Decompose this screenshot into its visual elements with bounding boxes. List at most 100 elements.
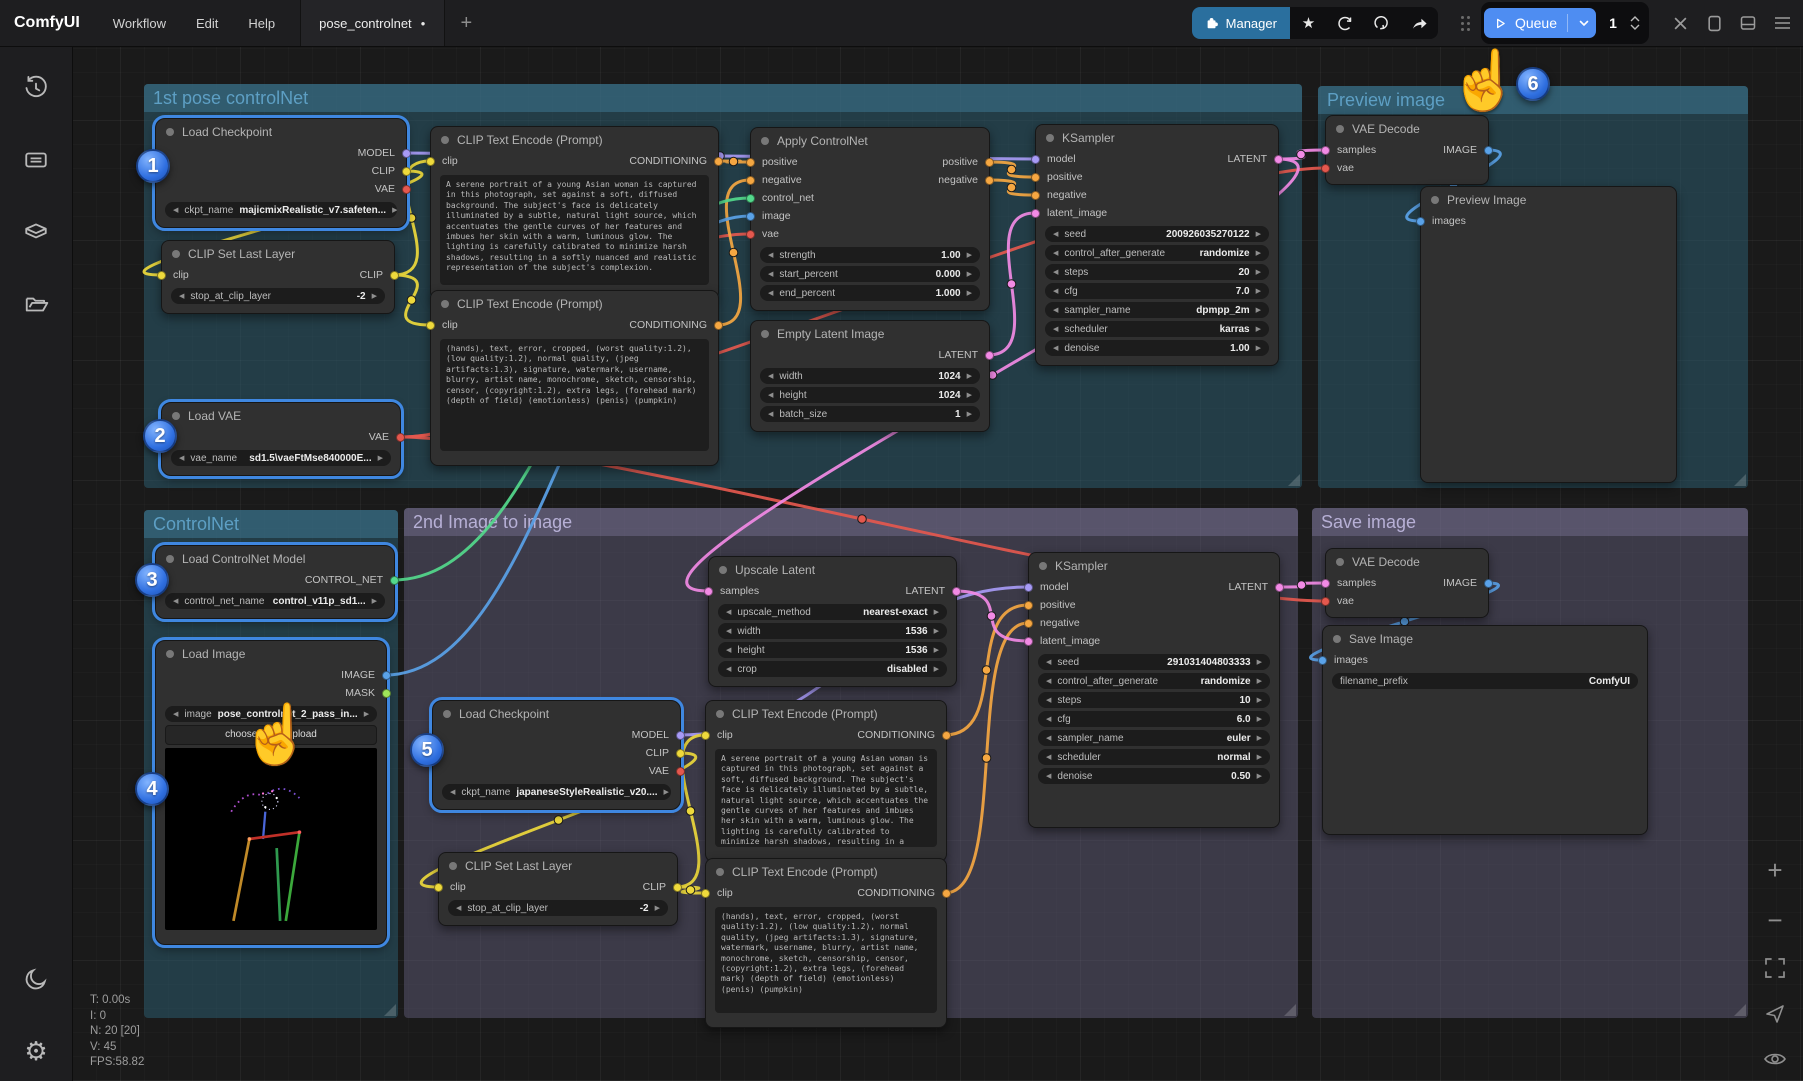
node-header[interactable]: VAE Decode	[1326, 116, 1488, 142]
menu-help[interactable]: Help	[233, 16, 290, 31]
collapse-dot-icon[interactable]	[172, 250, 180, 258]
increment-arrow-icon[interactable]: ▶	[655, 904, 660, 912]
input-port-model[interactable]	[1031, 155, 1040, 164]
node-preview-image-prev[interactable]: Preview Imageimages	[1420, 186, 1677, 483]
input-port-vae[interactable]	[1321, 597, 1330, 606]
output-port-vae[interactable]	[396, 433, 405, 442]
decrement-arrow-icon[interactable]: ◀	[456, 904, 461, 912]
node-header[interactable]: Apply ControlNet	[751, 128, 989, 154]
theme-moon-icon[interactable]	[16, 959, 56, 999]
output-port-conditioning[interactable]	[942, 731, 951, 740]
widget-cfg[interactable]: ◀cfg7.0▶	[1045, 283, 1269, 299]
collapse-dot-icon[interactable]	[716, 710, 724, 718]
collapse-dot-icon[interactable]	[761, 330, 769, 338]
increment-arrow-icon[interactable]: ▶	[1256, 325, 1261, 333]
widget-end-percent[interactable]: ◀end_percent1.000▶	[760, 285, 980, 301]
close-icon[interactable]	[1663, 0, 1697, 46]
widget-width[interactable]: ◀width1536▶	[718, 623, 947, 639]
widget-width[interactable]: ◀width1024▶	[760, 368, 980, 384]
output-port-image[interactable]	[382, 671, 391, 680]
increment-arrow-icon[interactable]: ▶	[934, 665, 939, 673]
workflows-folder-icon[interactable]	[16, 284, 56, 324]
node-clip-text-encode-prompt-pos1[interactable]: CLIP Text Encode (Prompt)clipCONDITIONIN…	[430, 126, 719, 300]
queue-count[interactable]: 1	[1596, 15, 1630, 31]
widget-steps[interactable]: ◀steps20▶	[1045, 264, 1269, 280]
output-port-conditioning[interactable]	[942, 889, 951, 898]
node-header[interactable]: KSampler	[1036, 125, 1278, 151]
tab-pose-controlnet[interactable]: pose_controlnet ●	[300, 0, 444, 46]
output-port-latent[interactable]	[985, 351, 994, 360]
increment-arrow-icon[interactable]: ▶	[1256, 344, 1261, 352]
collapse-dot-icon[interactable]	[1333, 635, 1341, 643]
history-icon[interactable]	[16, 68, 56, 108]
node-vae-decode-vdec2[interactable]: VAE DecodesamplesIMAGEvae	[1325, 548, 1489, 618]
input-port-positive[interactable]	[1031, 173, 1040, 182]
widget-ckpt-name[interactable]: ◀ckpt_namejapaneseStyleRealistic_v20....…	[442, 784, 671, 800]
prompt-textarea[interactable]: (hands), text, error, cropped, (worst qu…	[715, 907, 937, 1013]
output-port-latent[interactable]	[952, 587, 961, 596]
collapse-dot-icon[interactable]	[716, 868, 724, 876]
node-header[interactable]: CLIP Text Encode (Prompt)	[431, 127, 718, 153]
input-port-image[interactable]	[746, 212, 755, 221]
decrement-arrow-icon[interactable]: ◀	[726, 608, 731, 616]
increment-arrow-icon[interactable]: ▶	[378, 454, 383, 462]
increment-arrow-icon[interactable]: ▶	[1257, 753, 1262, 761]
node-clip-text-encode-prompt-neg1[interactable]: CLIP Text Encode (Prompt)clipCONDITIONIN…	[430, 290, 719, 466]
widget-scheduler[interactable]: ◀schedulerkarras▶	[1045, 321, 1269, 337]
collapse-dot-icon[interactable]	[166, 128, 174, 136]
menu-icon[interactable]	[1765, 0, 1799, 46]
node-ksampler-ks1[interactable]: KSamplermodelLATENTpositivenegativelaten…	[1035, 124, 1279, 366]
decrement-arrow-icon[interactable]: ◀	[179, 454, 184, 462]
collapse-dot-icon[interactable]	[1039, 562, 1047, 570]
increment-arrow-icon[interactable]: ▶	[372, 597, 377, 605]
decrement-arrow-icon[interactable]: ◀	[1046, 734, 1051, 742]
increment-arrow-icon[interactable]: ▶	[967, 391, 972, 399]
decrement-arrow-icon[interactable]: ◀	[1053, 287, 1058, 295]
decrement-arrow-icon[interactable]: ◀	[768, 391, 773, 399]
increment-arrow-icon[interactable]: ▶	[1257, 696, 1262, 704]
widget-seed[interactable]: ◀seed291031404803333▶	[1038, 654, 1270, 670]
collapse-dot-icon[interactable]	[719, 566, 727, 574]
decrement-arrow-icon[interactable]: ◀	[726, 627, 731, 635]
widget-scheduler[interactable]: ◀schedulernormal▶	[1038, 749, 1270, 765]
node-header[interactable]: Save Image	[1323, 626, 1647, 652]
increment-arrow-icon[interactable]: ▶	[967, 270, 972, 278]
widget-sampler-name[interactable]: ◀sampler_namedpmpp_2m▶	[1045, 302, 1269, 318]
node-ksampler-ks2[interactable]: KSamplermodelLATENTpositivenegativelaten…	[1028, 552, 1280, 828]
node-load-checkpoint-ckpt2[interactable]: Load CheckpointMODELCLIPVAE◀ckpt_namejap…	[432, 700, 681, 810]
decrement-arrow-icon[interactable]: ◀	[768, 410, 773, 418]
restart-icon[interactable]	[1364, 7, 1401, 39]
node-load-checkpoint-ckpt1[interactable]: Load CheckpointMODELCLIPVAE◀ckpt_namemaj…	[155, 118, 407, 228]
queue-button[interactable]: Queue	[1484, 8, 1596, 38]
collapse-dot-icon[interactable]	[441, 300, 449, 308]
increment-arrow-icon[interactable]: ▶	[1257, 734, 1262, 742]
settings-gear-icon[interactable]: ⚙	[16, 1031, 56, 1071]
node-apply-controlnet-apply[interactable]: Apply ControlNetpositivepositivenegative…	[750, 127, 990, 311]
decrement-arrow-icon[interactable]: ◀	[1053, 306, 1058, 314]
node-load-image-limg[interactable]: Load ImageIMAGEMASK◀imagepose_controlnet…	[155, 640, 387, 945]
output-port-conditioning[interactable]	[714, 157, 723, 166]
fit-view-icon[interactable]	[1764, 957, 1786, 979]
increment-arrow-icon[interactable]: ▶	[372, 292, 377, 300]
decrement-arrow-icon[interactable]: ◀	[1046, 715, 1051, 723]
widget-seed[interactable]: ◀seed200926035270122▶	[1045, 226, 1269, 242]
decrement-arrow-icon[interactable]: ◀	[450, 788, 455, 796]
input-port-negative[interactable]	[1031, 191, 1040, 200]
widget-ckpt-name[interactable]: ◀ckpt_namemajicmixRealistic_v7.safeten..…	[165, 202, 397, 218]
decrement-arrow-icon[interactable]: ◀	[726, 646, 731, 654]
widget-sampler-name[interactable]: ◀sampler_nameeuler▶	[1038, 730, 1270, 746]
decrement-arrow-icon[interactable]: ◀	[768, 372, 773, 380]
chevron-down-icon[interactable]	[1578, 17, 1590, 29]
increment-arrow-icon[interactable]: ▶	[1256, 268, 1261, 276]
input-port-clip[interactable]	[701, 889, 710, 898]
input-port-images[interactable]	[1416, 217, 1425, 226]
node-header[interactable]: Load Checkpoint	[433, 701, 680, 727]
decrement-arrow-icon[interactable]: ◀	[1053, 268, 1058, 276]
decrement-arrow-icon[interactable]: ◀	[1053, 344, 1058, 352]
menu-edit[interactable]: Edit	[181, 16, 233, 31]
input-port-negative[interactable]	[746, 176, 755, 185]
decrement-arrow-icon[interactable]: ◀	[173, 710, 178, 718]
collapse-dot-icon[interactable]	[1336, 125, 1344, 133]
node-header[interactable]: Load ControlNet Model	[156, 546, 394, 572]
node-header[interactable]: CLIP Set Last Layer	[162, 241, 394, 267]
